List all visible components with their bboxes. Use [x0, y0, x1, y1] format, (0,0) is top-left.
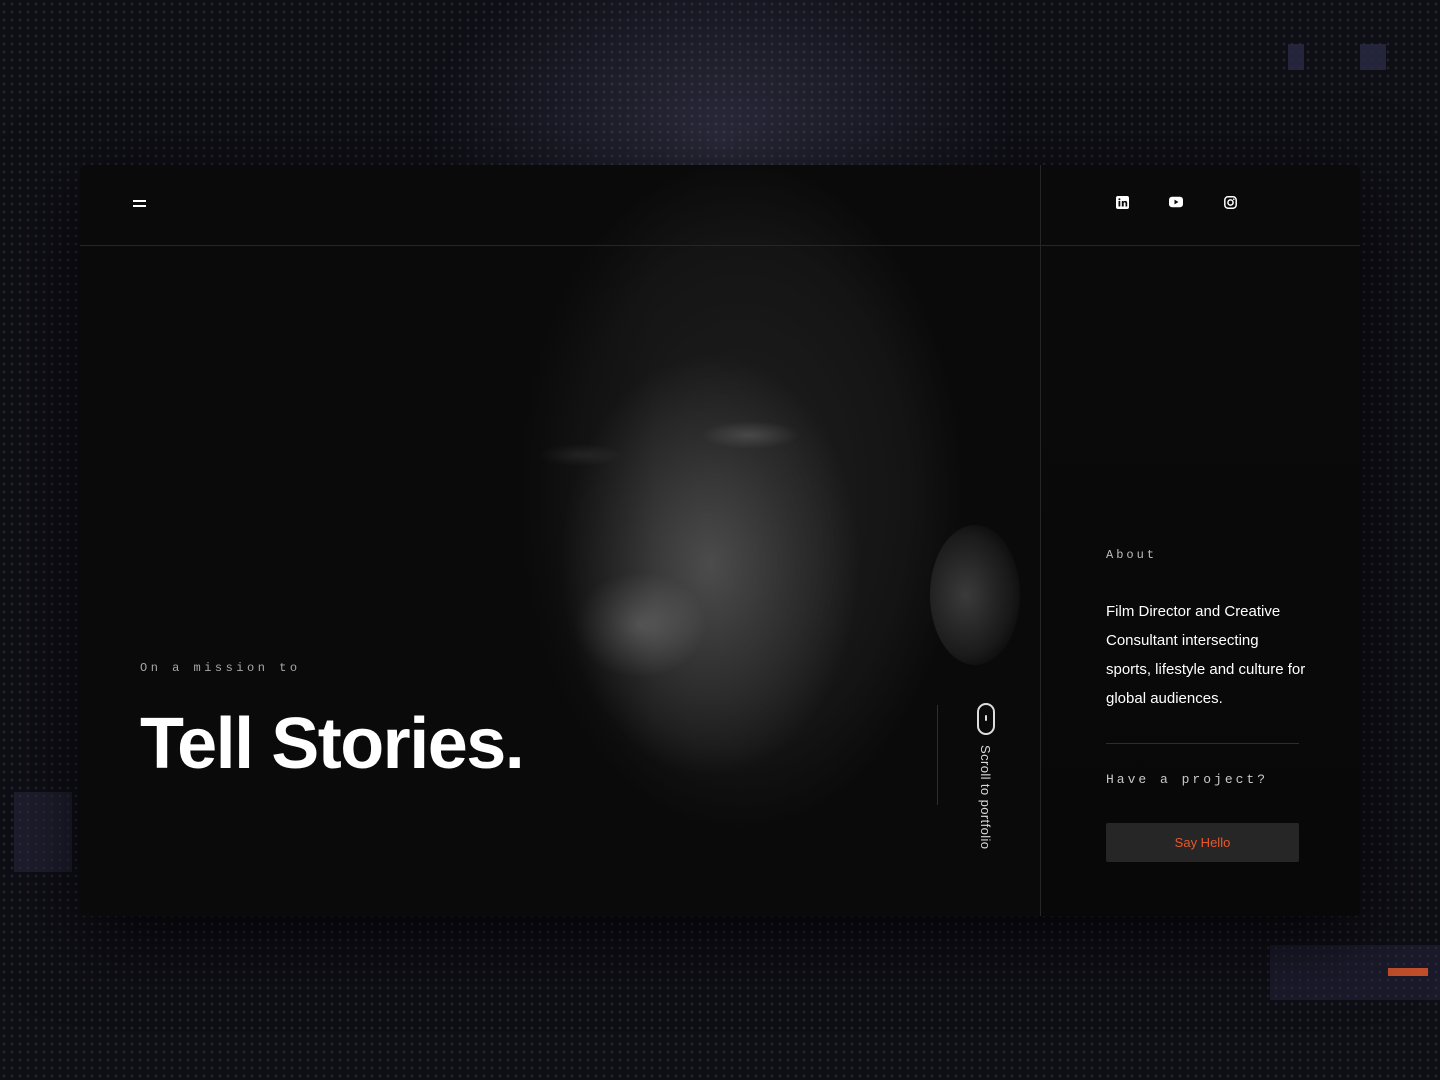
hero-card: On a mission to Tell Stories. Scroll to … — [80, 165, 1360, 916]
scroll-to-portfolio-link[interactable]: Scroll to portfolio — [977, 703, 995, 849]
header-divider — [80, 245, 1360, 246]
backdrop-pixel — [1288, 44, 1304, 70]
project-prompt: Have a project? — [1106, 772, 1269, 787]
hamburger-menu-icon[interactable] — [133, 198, 147, 210]
scroll-divider — [937, 705, 938, 805]
about-description: Film Director and Creative Consultant in… — [1106, 603, 1306, 707]
mouse-scroll-icon — [977, 703, 995, 735]
linkedin-icon[interactable] — [1115, 195, 1129, 209]
backdrop-pixel-accent — [1388, 968, 1428, 976]
youtube-icon[interactable] — [1169, 195, 1183, 209]
backdrop-pixel — [1360, 44, 1386, 70]
about-heading: About — [1106, 548, 1158, 562]
social-links — [1115, 195, 1237, 209]
hero-eyebrow: On a mission to — [140, 661, 301, 675]
panel-divider — [1040, 165, 1041, 916]
about-divider — [1106, 743, 1299, 744]
say-hello-button[interactable]: Say Hello — [1106, 823, 1299, 862]
about-panel-background — [1041, 246, 1360, 916]
hero-headline: Tell Stories. — [140, 704, 525, 784]
instagram-icon[interactable] — [1223, 195, 1237, 209]
backdrop-pixel — [14, 792, 72, 872]
scroll-label: Scroll to portfolio — [978, 745, 993, 850]
